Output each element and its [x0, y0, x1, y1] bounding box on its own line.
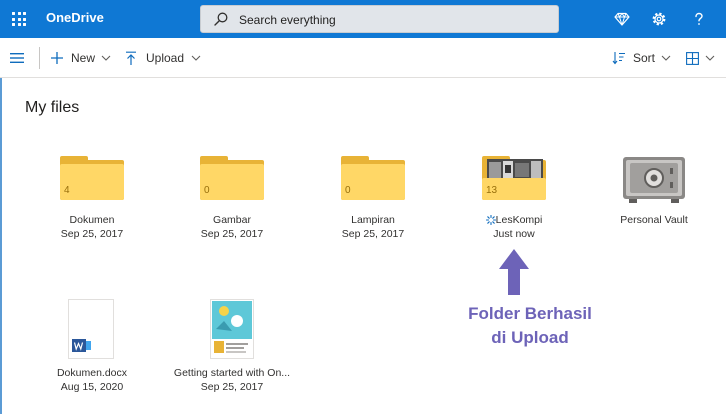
- pdf-document-icon: [210, 299, 254, 359]
- file-tile[interactable]: Getting started with On... Sep 25, 2017: [169, 295, 295, 395]
- view-options-button[interactable]: [686, 38, 715, 78]
- left-pane-edge: [0, 78, 2, 414]
- folder-icon: 0: [200, 156, 264, 200]
- search-box[interactable]: Search everything: [200, 5, 559, 33]
- folder-item-count: 13: [486, 185, 498, 196]
- folder-thumbnail: 0: [169, 142, 295, 212]
- file-date: Just now: [493, 228, 535, 240]
- file-date: Aug 15, 2020: [60, 381, 124, 393]
- folder-tile[interactable]: 13 LesKompi Just now: [451, 142, 577, 242]
- file-thumbnail: [29, 295, 155, 365]
- gear-icon: [652, 12, 666, 26]
- chevron-down-icon: [101, 55, 111, 61]
- file-date: Sep 25, 2017: [200, 381, 264, 393]
- file-tile[interactable]: Dokumen.docx Aug 15, 2020: [29, 295, 155, 395]
- file-thumbnail: [169, 295, 295, 365]
- plus-icon: [51, 52, 63, 64]
- top-header: OneDrive Search everything: [0, 0, 726, 38]
- folder-icon: 0: [341, 156, 405, 200]
- annotation-line: Folder Berhasil: [468, 304, 592, 323]
- folder-icon: 4: [60, 156, 124, 200]
- app-launcher-icon: [12, 12, 26, 26]
- command-bar: New Upload Sort: [0, 38, 726, 78]
- diamond-icon: [614, 12, 630, 26]
- sort-icon: [612, 52, 625, 65]
- app-launcher-button[interactable]: [0, 0, 38, 38]
- sync-icon: [485, 214, 496, 226]
- word-document-icon: [68, 299, 114, 359]
- onedrive-window: OneDrive Search everything New Upload So…: [0, 0, 726, 414]
- file-name[interactable]: LesKompi: [451, 214, 577, 226]
- folder-icon: 13: [482, 156, 546, 200]
- personal-vault-tile[interactable]: Personal Vault: [591, 142, 717, 242]
- file-date: Sep 25, 2017: [60, 228, 124, 240]
- page-title: My files: [25, 99, 80, 116]
- hamburger-icon: [10, 53, 24, 63]
- file-name[interactable]: Getting started with On...: [169, 367, 295, 379]
- help-button[interactable]: [680, 0, 718, 38]
- sort-button[interactable]: Sort: [612, 38, 671, 78]
- upload-button[interactable]: Upload: [125, 38, 201, 78]
- arrow-up-icon: [499, 249, 529, 295]
- search-icon: [214, 12, 228, 26]
- chevron-down-icon: [191, 55, 201, 61]
- annotation-text: Folder Berhasil di Upload: [440, 302, 620, 350]
- sort-button-label: Sort: [633, 51, 656, 65]
- folder-item-count: 0: [204, 185, 210, 196]
- new-button-label: New: [71, 51, 96, 65]
- file-name[interactable]: Lampiran: [310, 214, 436, 226]
- file-name-label: LesKompi: [495, 214, 543, 226]
- upload-icon: [126, 51, 136, 65]
- folder-tile[interactable]: 4 Dokumen Sep 25, 2017: [29, 142, 155, 242]
- file-date: Sep 25, 2017: [200, 228, 264, 240]
- file-name[interactable]: Dokumen.docx: [29, 367, 155, 379]
- file-name[interactable]: Gambar: [169, 214, 295, 226]
- premium-button[interactable]: [603, 0, 641, 38]
- chevron-down-icon: [705, 55, 715, 61]
- folder-tile[interactable]: 0 Gambar Sep 25, 2017: [169, 142, 295, 242]
- vault-icon: [623, 157, 685, 203]
- new-button[interactable]: New: [50, 38, 111, 78]
- toolbar-divider: [39, 47, 40, 69]
- chevron-down-icon: [661, 55, 671, 61]
- folder-item-count: 4: [64, 185, 70, 196]
- search-placeholder: Search everything: [239, 13, 336, 27]
- file-name[interactable]: Dokumen: [29, 214, 155, 226]
- nav-menu-button[interactable]: [10, 38, 24, 78]
- help-icon: [695, 12, 703, 25]
- folder-thumbnail: 13: [451, 142, 577, 212]
- settings-button[interactable]: [640, 0, 678, 38]
- folder-thumbnail: 4: [29, 142, 155, 212]
- folder-thumbnail: 0: [310, 142, 436, 212]
- app-title[interactable]: OneDrive: [46, 10, 104, 25]
- folder-item-count: 0: [345, 185, 351, 196]
- vault-thumbnail: [591, 142, 717, 212]
- file-date: Sep 25, 2017: [341, 228, 405, 240]
- file-name[interactable]: Personal Vault: [591, 214, 717, 226]
- folder-tile[interactable]: 0 Lampiran Sep 25, 2017: [310, 142, 436, 242]
- annotation-line: di Upload: [491, 328, 569, 347]
- view-grid-icon: [686, 51, 699, 65]
- upload-button-label: Upload: [146, 51, 185, 65]
